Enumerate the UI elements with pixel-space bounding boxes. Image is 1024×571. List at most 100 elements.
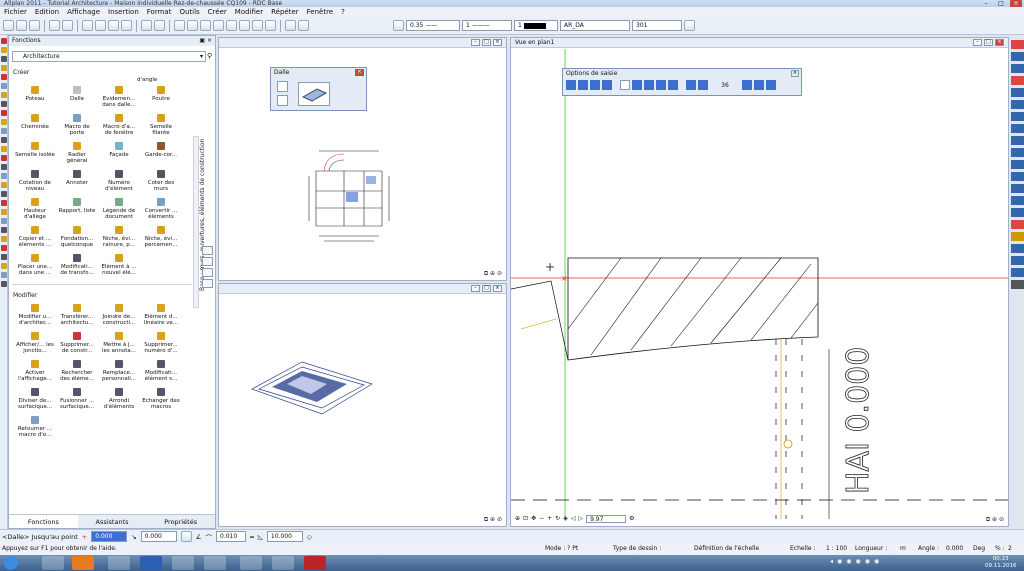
create-command[interactable]: Cheminée: [15, 114, 55, 142]
tool-icon[interactable]: [1, 191, 7, 197]
layer-select[interactable]: AR_DA: [560, 20, 630, 31]
triangle-icon[interactable]: ◺: [258, 533, 263, 541]
open-file-icon[interactable]: [16, 20, 27, 31]
pattern-select[interactable]: 301: [632, 20, 682, 31]
create-command[interactable]: Coter des murs: [141, 170, 181, 198]
modify-command[interactable]: Rechercher des éléme...: [57, 360, 97, 388]
coordinate-mode-icon[interactable]: [180, 531, 192, 542]
tool-icon[interactable]: [1, 137, 7, 143]
modify-command[interactable]: Remplace... personnali...: [99, 360, 139, 388]
checkbox-icon[interactable]: [620, 80, 630, 90]
delete-icon[interactable]: [121, 20, 132, 31]
copy-icon[interactable]: [95, 20, 106, 31]
create-command[interactable]: Placer une... dans une ...: [15, 254, 55, 282]
create-command[interactable]: Rapport, liste: [57, 198, 97, 226]
back-arrow-icon[interactable]: [754, 80, 764, 90]
tool-icon[interactable]: [1011, 124, 1024, 133]
create-command[interactable]: Niche, évi... rainure, p...: [99, 226, 139, 254]
modify-command[interactable]: Echanger des macros: [141, 388, 181, 416]
modify-command[interactable]: Retourner ... macro d'o...: [15, 416, 55, 444]
angle-input[interactable]: 0.010: [216, 531, 246, 542]
settings-icon[interactable]: ⚙: [629, 515, 634, 522]
menu-affichage[interactable]: Affichage: [63, 8, 104, 16]
zoom-window-icon[interactable]: ⊡: [523, 515, 528, 522]
create-command[interactable]: Niche, évi... percemen...: [141, 226, 181, 254]
tool-icon[interactable]: [1, 182, 7, 188]
close-icon[interactable]: ×: [493, 39, 502, 46]
pen-thickness-select[interactable]: 0.35 ——: [406, 20, 460, 31]
restore-icon[interactable]: □: [482, 39, 491, 46]
tool-icon[interactable]: [1011, 160, 1024, 169]
tool-icon[interactable]: [1, 101, 7, 107]
modify-command[interactable]: Joindre de... constructi...: [99, 304, 139, 332]
line-snap-icon[interactable]: [602, 80, 612, 90]
paste-icon[interactable]: [108, 20, 119, 31]
create-command[interactable]: Cotation de niveau: [15, 170, 55, 198]
tray-icon[interactable]: ◉: [837, 558, 842, 565]
tool-icon[interactable]: [1, 281, 7, 287]
tool-icon[interactable]: [1, 263, 7, 269]
create-command[interactable]: Numéro d'élément: [99, 170, 139, 198]
library-icon[interactable]: [239, 20, 250, 31]
length-unit[interactable]: m: [900, 543, 906, 555]
pen-icon[interactable]: [393, 20, 404, 31]
create-command[interactable]: Elément à ... nouvel élé...: [99, 254, 139, 282]
taskbar-app-icon[interactable]: [240, 556, 262, 570]
create-command[interactable]: Hauteur d'allège: [15, 198, 55, 226]
create-command[interactable]: Dalle: [57, 86, 97, 114]
modify-command[interactable]: Supprimer... numéro d'...: [141, 332, 181, 360]
tool-icon[interactable]: [1011, 208, 1024, 217]
modify-command[interactable]: Elément d... linéaire ve...: [141, 304, 181, 332]
binoculars-icon[interactable]: ⚲: [207, 52, 212, 60]
redo-icon[interactable]: [154, 20, 165, 31]
create-command[interactable]: Façade: [99, 142, 139, 170]
scale-field[interactable]: 9.97: [586, 514, 627, 523]
print-preview-icon[interactable]: [62, 20, 73, 31]
menu-repeter[interactable]: Répéter: [267, 8, 303, 16]
slab-properties-button[interactable]: [298, 82, 330, 106]
tab-assistants[interactable]: Assistants: [78, 515, 147, 528]
line-tool-icon[interactable]: ═: [250, 533, 254, 541]
minimize-icon[interactable]: –: [973, 39, 982, 46]
side-tool-icon[interactable]: [202, 268, 213, 277]
undo-icon[interactable]: [141, 20, 152, 31]
zoom-out-icon[interactable]: −: [539, 515, 544, 522]
delta-icon[interactable]: [742, 80, 752, 90]
tool-icon[interactable]: [1011, 136, 1024, 145]
side-tool-icon[interactable]: [202, 246, 213, 255]
create-command[interactable]: Radier général: [57, 142, 97, 170]
clock[interactable]: 00:23 09.11.2016: [985, 556, 1017, 570]
tool-icon[interactable]: [1, 38, 7, 44]
drawing-file-icon[interactable]: [213, 20, 224, 31]
menu-edition[interactable]: Edition: [31, 8, 63, 16]
start-button[interactable]: [4, 556, 18, 570]
render-icon[interactable]: [265, 20, 276, 31]
tool-icon[interactable]: [1011, 172, 1024, 181]
arc-tool-icon[interactable]: ⌒: [206, 532, 213, 542]
volume-icon[interactable]: ◉: [865, 558, 870, 565]
help-icon[interactable]: [285, 20, 296, 31]
cut-icon[interactable]: [82, 20, 93, 31]
tool-icon[interactable]: [1, 83, 7, 89]
create-command[interactable]: Annoter: [57, 170, 97, 198]
tool-icon[interactable]: [1011, 64, 1024, 73]
tool-icon[interactable]: [1, 218, 7, 224]
modify-command[interactable]: Transférer... architectu...: [57, 304, 97, 332]
menu-creer[interactable]: Créer: [204, 8, 231, 16]
viewport-tools-icon[interactable]: ⧉ ⊕ ⊘: [484, 270, 502, 278]
taskbar-app-icon[interactable]: [172, 556, 194, 570]
zoom-icon[interactable]: ⊕: [515, 515, 520, 522]
view-left-icon[interactable]: ◁: [571, 515, 576, 522]
tool-icon[interactable]: [1, 74, 7, 80]
parallel-icon[interactable]: [656, 80, 666, 90]
angle-icon[interactable]: [632, 80, 642, 90]
tool-icon[interactable]: [1, 47, 7, 53]
tool-icon[interactable]: [1, 227, 7, 233]
menu-insertion[interactable]: Insertion: [104, 8, 143, 16]
close-icon[interactable]: ×: [1010, 0, 1022, 7]
viewport-plan-main[interactable]: Vue en plan1 – □ × + × HAI 0.000 Options…: [510, 37, 1009, 527]
render-view-icon[interactable]: ◈: [563, 515, 568, 522]
network-icon[interactable]: ◉: [874, 558, 879, 565]
tray-icon[interactable]: ◂: [830, 558, 833, 565]
restore-icon[interactable]: □: [482, 285, 491, 292]
